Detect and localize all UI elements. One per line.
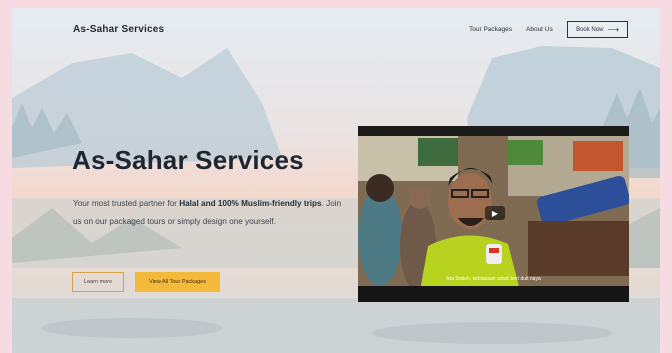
view-all-tour-packages-button[interactable]: View All Tour Packages <box>135 272 220 292</box>
video-caption: ikta Sodeh, kebiasaan untuk bert duit na… <box>446 276 541 282</box>
hero-section: As-Sahar Services Tour Packages About Us… <box>12 8 660 353</box>
nav-link-about-us[interactable]: About Us <box>526 26 553 33</box>
video-player[interactable]: ▶ ikta Sodeh, kebiasaan untuk bert duit … <box>358 126 629 302</box>
nav-link-tour-packages[interactable]: Tour Packages <box>469 26 512 33</box>
top-navigation: As-Sahar Services Tour Packages About Us… <box>12 8 660 54</box>
hero-description-highlight: Halal and 100% Muslim-friendly trips <box>179 199 322 208</box>
brand-logo-text[interactable]: As-Sahar Services <box>73 24 164 35</box>
book-now-button[interactable]: Book Now ⟶ <box>567 21 628 38</box>
learn-more-button[interactable]: Learn more <box>72 272 124 292</box>
hero-description: Your most trusted partner for Halal and … <box>73 195 343 231</box>
hero-description-text-1: Your most trusted partner for <box>73 199 180 208</box>
play-icon[interactable]: ▶ <box>485 206 505 220</box>
book-now-label: Book Now <box>576 26 604 33</box>
hero-title: As-Sahar Services <box>72 145 304 175</box>
arrow-right-icon: ⟶ <box>607 24 619 34</box>
